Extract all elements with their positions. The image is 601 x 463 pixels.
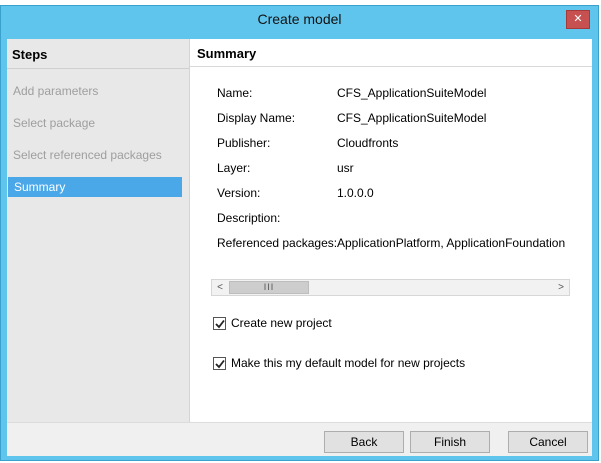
description-label: Description: <box>217 211 281 225</box>
window-title: Create model <box>257 11 342 27</box>
scroll-thumb[interactable]: III <box>229 281 309 294</box>
checkmark-icon <box>215 319 225 328</box>
scroll-right-arrow[interactable]: > <box>553 280 569 295</box>
layer-label: Layer: <box>217 161 251 175</box>
publisher-value: Cloudfronts <box>337 136 399 150</box>
close-button[interactable]: ✕ <box>566 10 590 29</box>
close-icon: ✕ <box>573 13 583 25</box>
create-new-project-label: Create new project <box>231 316 332 330</box>
summary-panel: Summary Name: CFS_ApplicationSuiteModel … <box>190 39 592 422</box>
name-value: CFS_ApplicationSuiteModel <box>337 86 487 100</box>
display-name-label: Display Name: <box>217 111 296 125</box>
version-label: Version: <box>217 186 261 200</box>
create-new-project-row[interactable]: Create new project <box>213 315 332 331</box>
summary-header: Summary <box>197 46 257 61</box>
display-name-value: CFS_ApplicationSuiteModel <box>337 111 487 125</box>
referenced-packages-label: Referenced packages: <box>217 236 338 250</box>
horizontal-scrollbar[interactable]: < III > <box>211 279 570 296</box>
step-select-package[interactable]: Select package <box>7 113 189 133</box>
version-value: 1.0.0.0 <box>337 186 374 200</box>
checkmark-icon <box>215 359 225 368</box>
title-bar[interactable]: Create model ✕ <box>1 6 598 32</box>
dialog-footer: Back Finish Cancel <box>7 422 592 456</box>
dialog-client-area: Steps Add parameters Select package Sele… <box>7 39 592 456</box>
create-new-project-checkbox[interactable] <box>213 316 226 330</box>
step-add-parameters[interactable]: Add parameters <box>7 81 189 101</box>
default-model-row[interactable]: Make this my default model for new proje… <box>213 355 465 371</box>
create-model-dialog: Create model ✕ Steps Add parameters Sele… <box>0 5 599 461</box>
cancel-button[interactable]: Cancel <box>508 431 588 453</box>
steps-divider <box>7 68 189 69</box>
default-model-checkbox[interactable] <box>213 356 226 370</box>
finish-button[interactable]: Finish <box>410 431 490 453</box>
back-button[interactable]: Back <box>324 431 404 453</box>
steps-sidebar: Steps Add parameters Select package Sele… <box>7 39 190 422</box>
step-select-referenced-packages[interactable]: Select referenced packages <box>7 145 189 165</box>
publisher-label: Publisher: <box>217 136 271 150</box>
summary-divider <box>190 66 592 67</box>
layer-value: usr <box>337 161 354 175</box>
scroll-left-arrow[interactable]: < <box>212 280 228 295</box>
default-model-label: Make this my default model for new proje… <box>231 356 466 370</box>
steps-header: Steps <box>12 47 48 62</box>
step-summary[interactable]: Summary <box>8 177 182 197</box>
referenced-packages-value: ApplicationPlatform, ApplicationFoundati… <box>337 236 566 250</box>
name-label: Name: <box>217 86 253 100</box>
